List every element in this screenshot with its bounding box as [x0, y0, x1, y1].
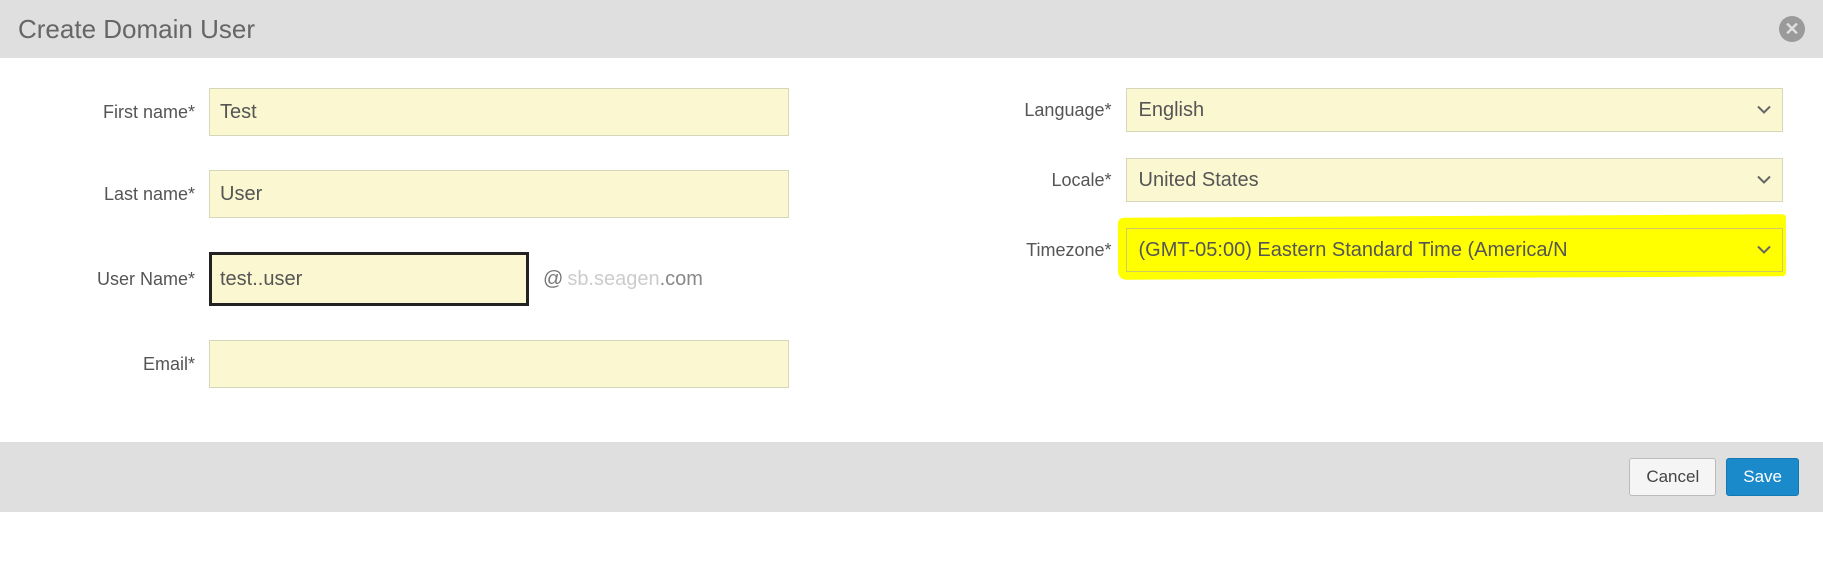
locale-select-wrap: United States [1126, 158, 1784, 202]
dialog-body: First name* Last name* User Name* @sb.se… [0, 58, 1823, 442]
row-locale: Locale* United States [942, 158, 1784, 202]
row-last-name: Last name* [40, 170, 882, 218]
close-button[interactable]: ✕ [1779, 16, 1805, 42]
label-last-name: Last name* [40, 184, 195, 205]
language-select-wrap: English [1126, 88, 1784, 132]
at-symbol: @ [543, 268, 563, 290]
label-locale: Locale* [942, 170, 1112, 191]
label-email: Email* [40, 354, 195, 375]
last-name-input[interactable] [209, 170, 789, 218]
dialog-footer: Cancel Save [0, 442, 1823, 512]
label-first-name: First name* [40, 102, 195, 123]
username-domain-suffix: @sb.seagen.com [543, 268, 703, 291]
domain-faded: sb.seagen [567, 268, 659, 290]
label-user-name: User Name* [40, 269, 195, 290]
row-user-name: User Name* @sb.seagen.com [40, 252, 882, 306]
timezone-select-wrap: (GMT-05:00) Eastern Standard Time (Ameri… [1126, 228, 1784, 272]
email-input[interactable] [209, 340, 789, 388]
row-first-name: First name* [40, 88, 882, 136]
save-button[interactable]: Save [1726, 458, 1799, 496]
row-email: Email* [40, 340, 882, 388]
row-language: Language* English [942, 88, 1784, 132]
label-language: Language* [942, 100, 1112, 121]
timezone-select[interactable]: (GMT-05:00) Eastern Standard Time (Ameri… [1126, 228, 1784, 272]
language-select[interactable]: English [1126, 88, 1784, 132]
first-name-input[interactable] [209, 88, 789, 136]
close-icon: ✕ [1784, 20, 1799, 38]
dialog-header: Create Domain User ✕ [0, 0, 1823, 58]
user-name-input[interactable] [209, 252, 529, 306]
domain-tail: .com [660, 268, 703, 290]
label-timezone: Timezone* [942, 240, 1112, 261]
cancel-button[interactable]: Cancel [1629, 458, 1716, 496]
dialog-title: Create Domain User [18, 14, 255, 45]
right-column: Language* English Locale* United States … [942, 88, 1784, 422]
locale-select[interactable]: United States [1126, 158, 1784, 202]
row-timezone: Timezone* (GMT-05:00) Eastern Standard T… [942, 228, 1784, 272]
left-column: First name* Last name* User Name* @sb.se… [40, 88, 882, 422]
